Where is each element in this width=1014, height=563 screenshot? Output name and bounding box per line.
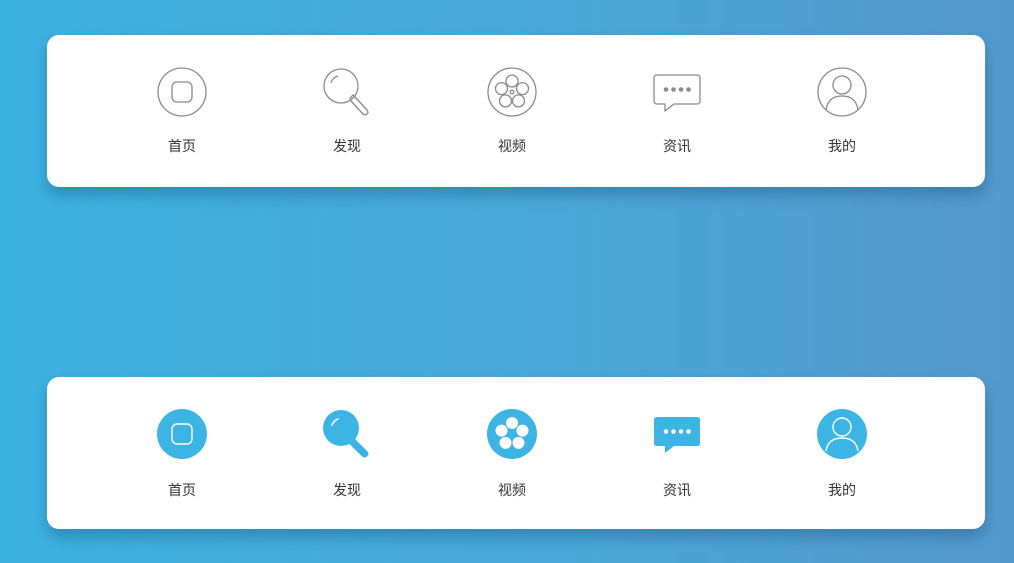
tab-discover-outline[interactable]: 发现	[287, 35, 407, 187]
tab-news-outline[interactable]: 资讯	[617, 35, 737, 187]
film-reel-icon	[486, 408, 538, 460]
search-icon	[321, 66, 373, 118]
tab-label: 视频	[498, 139, 526, 155]
tab-video-outline[interactable]: 视频	[452, 35, 572, 187]
tab-label: 首页	[168, 483, 196, 499]
tab-mine-filled[interactable]: 我的	[782, 377, 902, 529]
tab-label: 资讯	[663, 139, 691, 155]
tab-label: 发现	[333, 483, 361, 499]
tab-bar-filled: 首页 发现 视频 资讯 我的	[47, 377, 985, 529]
home-icon	[156, 408, 208, 460]
tab-label: 资讯	[663, 483, 691, 499]
tab-label: 我的	[828, 483, 856, 499]
tab-label: 我的	[828, 139, 856, 155]
user-icon	[816, 408, 868, 460]
message-icon	[651, 408, 703, 460]
tab-home-filled[interactable]: 首页	[122, 377, 242, 529]
tab-label: 视频	[498, 483, 526, 499]
tab-bar-outline: 首页 发现 视频 资讯 我的	[47, 35, 985, 187]
tab-video-filled[interactable]: 视频	[452, 377, 572, 529]
film-reel-icon	[486, 66, 538, 118]
tab-label: 发现	[333, 139, 361, 155]
user-icon	[816, 66, 868, 118]
tab-news-filled[interactable]: 资讯	[617, 377, 737, 529]
tab-home-outline[interactable]: 首页	[122, 35, 242, 187]
home-icon	[156, 66, 208, 118]
tab-discover-filled[interactable]: 发现	[287, 377, 407, 529]
search-icon	[321, 408, 373, 460]
tab-mine-outline[interactable]: 我的	[782, 35, 902, 187]
message-icon	[651, 66, 703, 118]
tab-label: 首页	[168, 139, 196, 155]
